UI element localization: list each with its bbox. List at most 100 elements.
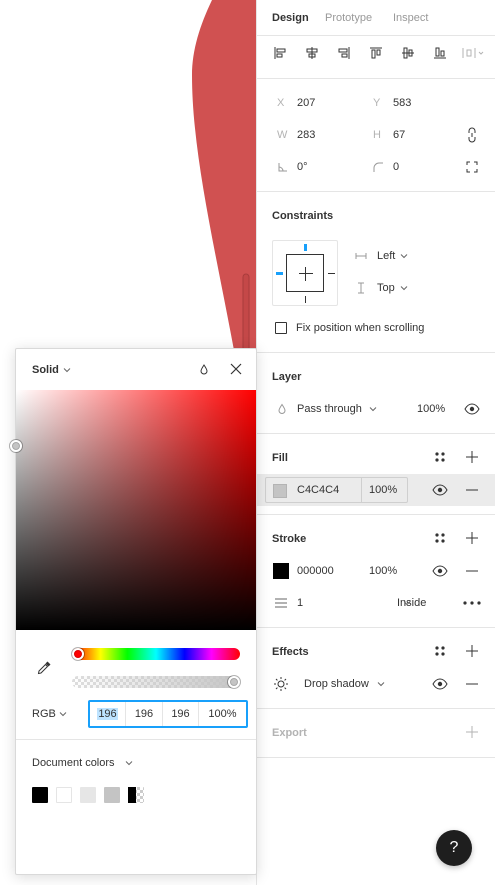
blue-value: 196 — [171, 708, 190, 720]
eye-icon[interactable] — [464, 402, 480, 416]
hue-handle[interactable] — [72, 648, 84, 660]
rotation-icon — [277, 161, 289, 173]
tab-design[interactable]: Design — [272, 11, 309, 25]
alpha-value: 100% — [208, 708, 237, 720]
color-picker: Solid RGB 196 196 196 100% Document colo… — [10, 348, 257, 875]
stroke-hex-input[interactable]: 000000 — [297, 564, 334, 578]
vertical-constraint-icon — [355, 282, 367, 294]
divider — [257, 35, 495, 36]
styles-grid-icon[interactable] — [433, 644, 447, 658]
divider — [257, 352, 495, 353]
fill-row[interactable]: C4C4C4 100% — [257, 474, 495, 506]
remove-effect-icon[interactable] — [465, 677, 479, 691]
add-effect-icon[interactable] — [465, 644, 479, 658]
document-color-swatch[interactable] — [32, 787, 48, 803]
document-color-swatch[interactable] — [80, 787, 96, 803]
close-icon[interactable] — [229, 362, 243, 376]
stroke-weight-input[interactable]: 1 — [297, 596, 303, 610]
tab-inspect[interactable]: Inspect — [393, 11, 428, 25]
effects-title: Effects — [272, 646, 309, 658]
independent-corners-icon[interactable] — [465, 160, 479, 174]
help-button[interactable]: ? — [436, 830, 472, 866]
add-stroke-icon[interactable] — [465, 531, 479, 545]
saturation-value-area[interactable] — [16, 390, 256, 630]
constrain-proportions-icon[interactable] — [465, 127, 479, 143]
effect-type-select[interactable]: Drop shadow — [304, 677, 369, 691]
align-bottom-icon[interactable] — [432, 45, 448, 61]
corner-radius-input[interactable]: 0 — [393, 160, 399, 174]
styles-grid-icon[interactable] — [433, 531, 447, 545]
remove-stroke-icon[interactable] — [465, 564, 479, 578]
stroke-opacity-input[interactable]: 100% — [369, 564, 397, 578]
remove-fill-icon[interactable] — [465, 483, 479, 497]
opacity-slider[interactable] — [72, 676, 240, 688]
align-left-icon[interactable] — [272, 45, 288, 61]
constraints-title: Constraints — [272, 210, 334, 222]
fill-swatch[interactable] — [273, 484, 287, 498]
document-color-swatch[interactable] — [128, 787, 144, 803]
more-options-icon[interactable] — [461, 596, 483, 610]
eye-icon[interactable] — [432, 564, 448, 578]
divider — [257, 433, 495, 434]
horizontal-constraint-select[interactable]: Left — [377, 249, 395, 263]
document-color-swatch[interactable] — [56, 787, 72, 803]
align-top-icon[interactable] — [368, 45, 384, 61]
vertical-constraint-select[interactable]: Top — [377, 281, 395, 295]
rotation-input[interactable]: 0° — [297, 160, 308, 174]
sun-icon[interactable] — [273, 676, 289, 692]
fill-opacity-input[interactable]: 100% — [369, 483, 397, 497]
stroke-swatch[interactable] — [273, 563, 289, 579]
chevron-down-icon — [403, 599, 411, 607]
distribute-icon[interactable] — [461, 45, 485, 61]
color-format-select[interactable]: RGB — [32, 707, 56, 721]
blend-mode-select[interactable]: Pass through — [297, 402, 362, 416]
y-input[interactable]: 583 — [393, 96, 411, 110]
constraints-widget[interactable] — [272, 240, 338, 306]
eye-icon[interactable] — [432, 483, 448, 497]
align-right-icon[interactable] — [336, 45, 352, 61]
add-export-icon[interactable] — [465, 725, 479, 739]
eye-icon[interactable] — [432, 677, 448, 691]
fix-position-checkbox[interactable] — [275, 322, 287, 334]
opacity-handle[interactable] — [228, 676, 240, 688]
fill-hex-input[interactable]: C4C4C4 — [297, 483, 339, 497]
blend-mode-icon[interactable] — [197, 363, 211, 377]
w-input[interactable]: 283 — [297, 128, 315, 142]
divider — [257, 78, 495, 79]
fill-field[interactable]: C4C4C4 100% — [265, 477, 408, 503]
alpha-input[interactable]: 100% — [199, 702, 246, 726]
sv-handle[interactable] — [10, 440, 22, 452]
align-vertical-center-icon[interactable] — [400, 45, 416, 61]
constraint-right[interactable] — [328, 273, 335, 274]
divider — [257, 514, 495, 515]
eyedropper-icon[interactable] — [36, 660, 52, 676]
constraint-top[interactable] — [304, 244, 307, 251]
h-input[interactable]: 67 — [393, 128, 405, 142]
add-fill-icon[interactable] — [465, 450, 479, 464]
export-title: Export — [272, 727, 307, 739]
paint-mode-select[interactable]: Solid — [32, 363, 59, 377]
color-values: 196 196 196 100% — [88, 700, 248, 728]
tab-prototype[interactable]: Prototype — [325, 11, 372, 25]
stroke-position-select[interactable]: Inside — [397, 596, 426, 610]
hue-slider[interactable] — [72, 648, 240, 660]
field-divider — [361, 478, 362, 502]
green-input[interactable]: 196 — [126, 702, 163, 726]
w-label: W — [277, 129, 288, 141]
chevron-down-icon — [377, 680, 385, 688]
chevron-down-icon — [369, 405, 377, 413]
red-input[interactable]: 196 — [90, 702, 126, 726]
constraint-left[interactable] — [276, 272, 283, 275]
layer-opacity-input[interactable]: 100% — [417, 402, 445, 416]
styles-grid-icon[interactable] — [433, 450, 447, 464]
swatch-solid-half — [128, 787, 136, 803]
chevron-down-icon — [125, 759, 133, 767]
blue-input[interactable]: 196 — [163, 702, 199, 726]
chevron-down-icon — [59, 710, 67, 718]
document-colors-select[interactable]: Document colors — [32, 756, 115, 770]
document-color-swatch[interactable] — [104, 787, 120, 803]
h-label: H — [373, 129, 381, 141]
x-input[interactable]: 207 — [297, 96, 315, 110]
constraint-bottom[interactable] — [305, 296, 306, 303]
align-horizontal-center-icon[interactable] — [304, 45, 320, 61]
